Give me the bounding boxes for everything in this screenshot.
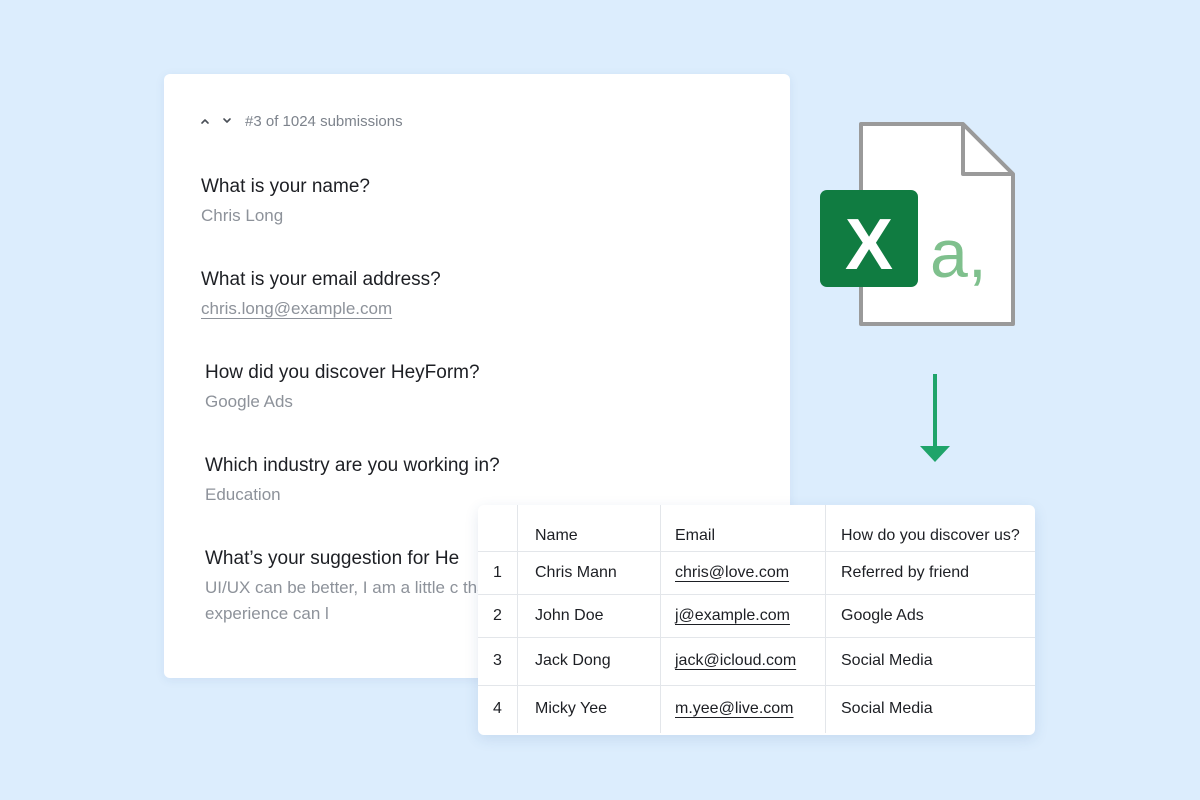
submission-counter: #3 of 1024 submissions — [245, 112, 403, 130]
excel-badge-letter: X — [845, 205, 893, 285]
row-number: 4 — [478, 685, 518, 733]
question-label: How did you discover HeyForm? — [205, 362, 480, 383]
submission-nav: #3 of 1024 submissions — [200, 111, 403, 131]
email-cell: jack@icloud.com — [660, 637, 826, 686]
source-cell: Social Media — [825, 637, 1035, 686]
email-link[interactable]: j@example.com — [675, 607, 790, 624]
column-header-email: Email — [660, 505, 826, 552]
question-label: Which industry are you working in? — [205, 455, 500, 476]
source-cell: Referred by friend — [825, 551, 1035, 595]
question-name: What is your name? Chris Long — [201, 176, 370, 226]
chevron-up-icon — [201, 119, 209, 124]
question-label: What is your email address? — [201, 269, 441, 290]
table-row: 4 Micky Yee m.yee@live.com Social Media — [478, 685, 1035, 733]
data-table: Name Email How do you discover us? 1 Chr… — [478, 505, 1035, 733]
row-number: 2 — [478, 594, 518, 638]
column-header-index — [478, 505, 518, 552]
name-cell: Jack Dong — [517, 637, 661, 686]
name-cell: John Doe — [517, 594, 661, 638]
table-row: 1 Chris Mann chris@love.com Referred by … — [478, 551, 1035, 595]
chevron-down-icon — [223, 118, 231, 123]
previous-submission-button[interactable] — [200, 111, 222, 131]
email-link[interactable]: jack@icloud.com — [675, 652, 796, 669]
email-cell: m.yee@live.com — [660, 685, 826, 733]
next-submission-button[interactable] — [222, 111, 244, 131]
arrow-down-icon — [920, 374, 950, 462]
name-cell: Chris Mann — [517, 551, 661, 595]
answer-text: Google Ads — [205, 392, 293, 411]
csv-glyph: a, — [930, 216, 987, 292]
table-row: 3 Jack Dong jack@icloud.com Social Media — [478, 637, 1035, 686]
email-cell: j@example.com — [660, 594, 826, 638]
answer-email-link[interactable]: chris.long@example.com — [201, 299, 441, 319]
row-number: 3 — [478, 637, 518, 686]
question-industry: Which industry are you working in? Educa… — [205, 455, 500, 505]
answer-text: Chris Long — [201, 206, 284, 225]
email-link[interactable]: chris@love.com — [675, 564, 789, 581]
table-header-row: Name Email How do you discover us? — [478, 505, 1035, 552]
email-link[interactable]: m.yee@live.com — [675, 700, 794, 717]
excel-file-icon: X a, — [820, 122, 1015, 326]
source-cell: Social Media — [841, 700, 933, 718]
question-label: What is your name? — [201, 176, 370, 197]
email-cell: chris@love.com — [660, 551, 826, 595]
question-email: What is your email address? chris.long@e… — [201, 269, 441, 319]
table-row: 2 John Doe j@example.com Google Ads — [478, 594, 1035, 638]
column-header-name: Name — [517, 505, 661, 552]
answer-text: Education — [205, 485, 281, 504]
row-number: 1 — [478, 551, 518, 595]
name-cell: Micky Yee — [517, 685, 661, 733]
question-discovery: How did you discover HeyForm? Google Ads — [205, 362, 480, 412]
column-header-source: How do you discover us? — [825, 505, 1035, 552]
source-cell: Google Ads — [825, 594, 1035, 638]
spreadsheet-table: Name Email How do you discover us? 1 Chr… — [478, 505, 1035, 735]
